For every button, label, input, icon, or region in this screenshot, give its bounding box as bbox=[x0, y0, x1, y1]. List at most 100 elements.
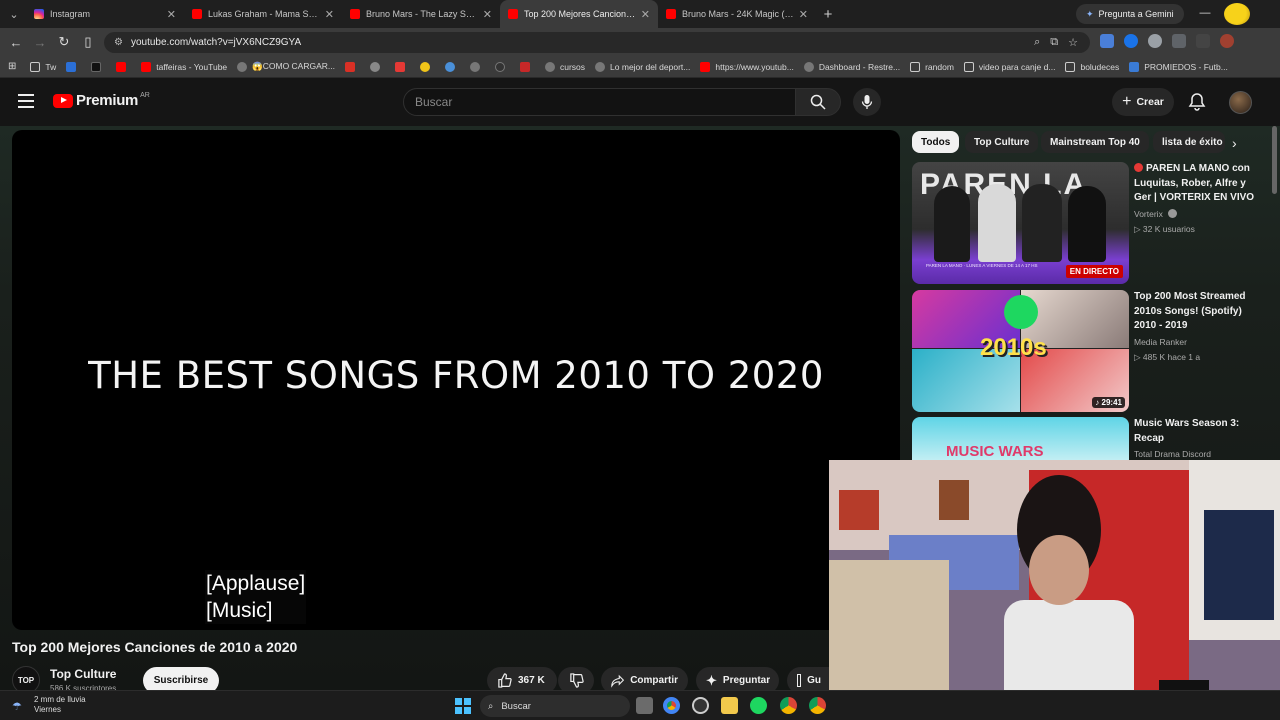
extension-gray-icon[interactable] bbox=[1148, 34, 1162, 48]
sparkle-icon: ✦ bbox=[706, 672, 717, 688]
youtube-icon bbox=[141, 61, 152, 72]
search-icon bbox=[810, 94, 826, 110]
bookmark-7[interactable] bbox=[370, 61, 385, 72]
apps-icon[interactable]: ⊞ bbox=[8, 61, 16, 72]
bookmark-12[interactable] bbox=[495, 61, 510, 72]
river-plate-icon bbox=[520, 61, 530, 72]
globe-icon bbox=[470, 61, 480, 72]
globe-icon bbox=[545, 61, 555, 72]
thumbnail[interactable]: PAREN LA PAREN LA MANO · LUNES A VIERNES… bbox=[912, 162, 1129, 284]
bookmark-16[interactable]: https://www.youtub... bbox=[700, 61, 794, 72]
bookmark-3[interactable] bbox=[116, 61, 131, 72]
bookmark-18[interactable]: random bbox=[910, 61, 954, 72]
bookmark-20[interactable]: boludeces bbox=[1065, 61, 1119, 72]
close-icon[interactable]: ✕ bbox=[799, 8, 808, 21]
forward-icon[interactable]: → bbox=[28, 35, 52, 50]
obs-icon[interactable] bbox=[692, 697, 709, 714]
scrollbar[interactable] bbox=[1272, 126, 1277, 194]
tab-instagram[interactable]: Instagram ✕ bbox=[26, 0, 184, 28]
bookmark-5[interactable]: 😱COMO CARGAR... bbox=[237, 61, 335, 72]
youtube-premium-logo[interactable]: Premium AR bbox=[53, 92, 150, 109]
channel-name[interactable]: Top Culture bbox=[50, 667, 116, 681]
taskbar-search[interactable]: ⌕ Buscar bbox=[480, 695, 630, 717]
tab-search-icon[interactable]: ⌄ bbox=[2, 2, 26, 26]
search-input[interactable]: Buscar bbox=[403, 88, 796, 116]
new-tab-button[interactable]: + bbox=[816, 6, 840, 23]
bookmark-17[interactable]: Dashboard - Restre... bbox=[803, 61, 900, 72]
bookmark-4[interactable]: taffeiras - YouTube bbox=[141, 61, 227, 72]
tab-lukas-graham[interactable]: Lukas Graham - Mama Said [Of ✕ bbox=[184, 0, 342, 28]
bookmark-9[interactable] bbox=[420, 61, 435, 72]
bookmark-11[interactable] bbox=[470, 61, 485, 72]
close-icon[interactable]: ✕ bbox=[483, 8, 492, 21]
chrome-icon[interactable] bbox=[809, 697, 826, 714]
close-icon[interactable]: ✕ bbox=[641, 8, 650, 21]
menu-icon[interactable] bbox=[18, 94, 34, 112]
chip-mainstream[interactable]: Mainstream Top 40 bbox=[1041, 131, 1149, 153]
search-button[interactable] bbox=[795, 88, 841, 116]
recommendation-channel[interactable]: Total Drama Discord bbox=[1134, 449, 1211, 459]
youtube-icon bbox=[192, 9, 202, 19]
chrome-icon[interactable] bbox=[780, 697, 797, 714]
tab-24k-magic[interactable]: Bruno Mars - 24K Magic (Officia ✕ bbox=[658, 0, 816, 28]
bookmark-13[interactable] bbox=[520, 61, 535, 72]
notifications-button[interactable] bbox=[1188, 92, 1206, 116]
translate-icon[interactable] bbox=[1100, 34, 1114, 48]
bookmark-15[interactable]: Lo mejor del deport... bbox=[595, 61, 690, 72]
profile-icon[interactable] bbox=[1220, 34, 1234, 48]
recommendation-channel[interactable]: Media Ranker bbox=[1134, 337, 1187, 347]
bookmark-0[interactable]: Tw bbox=[30, 61, 56, 72]
create-button[interactable]: + Crear bbox=[1112, 88, 1174, 116]
close-icon[interactable]: ✕ bbox=[325, 8, 334, 21]
chip-lista-exitos[interactable]: lista de éxito bbox=[1153, 131, 1225, 153]
gemini-button[interactable]: ✦ Pregunta a Gemini bbox=[1076, 4, 1184, 24]
bookmark-8[interactable] bbox=[395, 61, 410, 72]
task-view-icon[interactable] bbox=[636, 697, 653, 714]
zoom-icon[interactable]: ⌕ bbox=[1034, 36, 1040, 49]
bookmark-10[interactable] bbox=[445, 61, 460, 72]
globe-icon bbox=[595, 61, 606, 72]
thumbnail[interactable]: 2010s ♪ 29:41 bbox=[912, 290, 1129, 412]
sidepanel-icon[interactable]: ▯ bbox=[76, 34, 100, 50]
extension-blue-icon[interactable] bbox=[1124, 34, 1138, 48]
verified-icon bbox=[1168, 209, 1178, 218]
chrome-icon[interactable] bbox=[663, 697, 680, 714]
recommendation-item[interactable]: 2010s ♪ 29:41 Top 200 Most Streamed 2010… bbox=[912, 290, 1272, 412]
recommendation-channel[interactable]: Vorterix bbox=[1134, 209, 1178, 219]
install-icon[interactable]: ⧉ bbox=[1050, 36, 1058, 49]
tab-top-200[interactable]: Top 200 Mejores Canciones de ✕ bbox=[500, 0, 658, 28]
voice-search-button[interactable] bbox=[853, 88, 881, 116]
chip-top-culture[interactable]: Top Culture bbox=[965, 131, 1039, 153]
windows-start-icon[interactable] bbox=[455, 698, 471, 714]
bookmark-6[interactable] bbox=[345, 61, 360, 72]
globe-icon bbox=[803, 61, 814, 72]
account-avatar[interactable] bbox=[1229, 91, 1252, 114]
bookmark-star-icon[interactable]: ☆ bbox=[1068, 36, 1078, 49]
bookmark-1[interactable] bbox=[66, 61, 81, 72]
downloads-icon[interactable] bbox=[1196, 34, 1210, 48]
close-window-icon[interactable] bbox=[1250, 0, 1280, 28]
bookmark-2[interactable] bbox=[91, 61, 106, 72]
bookmark-19[interactable]: video para canje d... bbox=[963, 61, 1055, 72]
chevron-right-icon[interactable]: › bbox=[1232, 135, 1237, 151]
reload-icon[interactable]: ↻ bbox=[52, 34, 76, 50]
minimize-icon[interactable]: — bbox=[1190, 0, 1220, 28]
close-icon[interactable]: ✕ bbox=[167, 8, 176, 21]
spotify-icon[interactable] bbox=[750, 697, 767, 714]
chip-todos[interactable]: Todos bbox=[912, 131, 960, 153]
thumbnail[interactable]: MUSIC WARS bbox=[912, 417, 1129, 463]
tab-lazy-song[interactable]: Bruno Mars - The Lazy Song (O ✕ bbox=[342, 0, 500, 28]
recommendation-item[interactable]: PAREN LA PAREN LA MANO · LUNES A VIERNES… bbox=[912, 162, 1272, 284]
instagram-icon bbox=[34, 9, 44, 19]
folder-icon bbox=[963, 61, 974, 72]
bookmark-14[interactable]: cursos bbox=[545, 61, 585, 72]
extensions-puzzle-icon[interactable] bbox=[1172, 34, 1186, 48]
weather-widget[interactable]: 2 mm de lluvia Viernes bbox=[34, 695, 86, 715]
back-icon[interactable]: ← bbox=[4, 35, 28, 50]
video-player[interactable]: THE BEST SONGS FROM 2010 TO 2020 [Applau… bbox=[12, 130, 900, 630]
site-info-icon[interactable]: ⚙ bbox=[114, 37, 123, 48]
maximize-icon[interactable] bbox=[1220, 0, 1250, 28]
address-bar[interactable]: ⚙ youtube.com/watch?v=jVX6NCZ9GYA ⌕ ⧉ ☆ bbox=[104, 32, 1090, 53]
bookmark-21[interactable]: PROMIEDOS - Futb... bbox=[1129, 61, 1228, 72]
file-explorer-icon[interactable] bbox=[721, 697, 738, 714]
